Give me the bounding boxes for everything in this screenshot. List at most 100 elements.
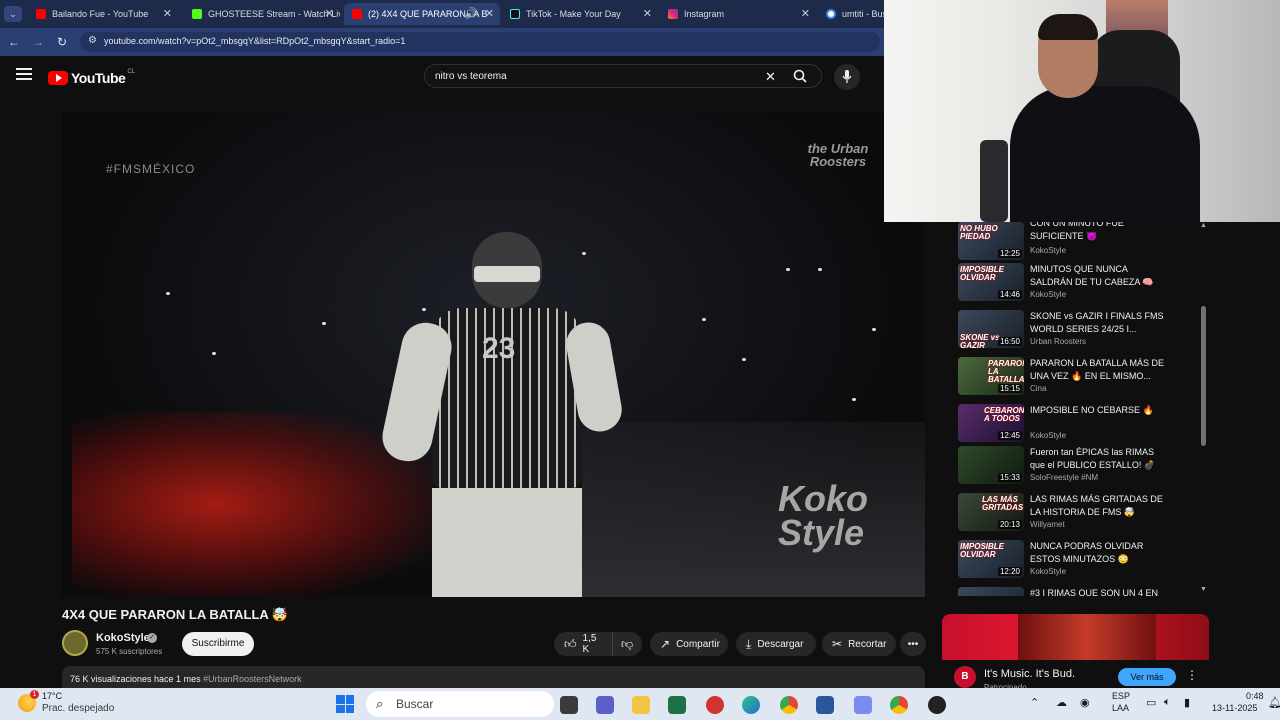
video-thumbnail: LAS MÁS GRITADAS 20:13 <box>958 493 1024 531</box>
file-explorer-icon[interactable] <box>632 696 650 714</box>
bluetooth-icon[interactable]: ◉ <box>1080 696 1090 709</box>
thumbs-down-icon: 👎︎ <box>621 636 634 651</box>
list-item[interactable]: 15:33 Fueron tan ÉPICAS las RIMAS que el… <box>958 446 1208 486</box>
list-item[interactable]: IMPOSIBLE OLVIDAR 12:20 NUNCA PODRAS OLVI… <box>958 540 1208 580</box>
search-icon[interactable] <box>793 69 807 83</box>
video-thumbnail: SKONE vs GAZIR 16:50 <box>958 310 1024 348</box>
youtube-wordmark: YouTube <box>71 70 126 86</box>
tab-close-icon[interactable]: ✕ <box>643 7 652 20</box>
more-actions-button[interactable]: ••• <box>900 632 926 656</box>
video-thumbnail: NO HUBO PIEDAD 12:25 <box>958 222 1024 260</box>
subscribe-button[interactable]: Suscribirme <box>182 632 254 656</box>
video-thumbnail <box>958 587 1024 596</box>
tab-bailando-fue[interactable]: Bailando Fue - YouTube ✕ <box>28 3 178 25</box>
stage-light <box>702 318 706 321</box>
stage-light <box>166 292 170 295</box>
tray-overflow-chevron-icon[interactable]: ⌃ <box>1030 696 1039 709</box>
address-bar[interactable]: ⚙ youtube.com/watch?v=pOt2_mbsgqY&list=R… <box>80 32 880 52</box>
playlist-scrollbar-thumb[interactable] <box>1201 306 1206 446</box>
weather-temperature[interactable]: 17°C <box>42 691 62 701</box>
chrome-active-icon[interactable] <box>890 696 908 714</box>
hamburger-menu-icon[interactable] <box>16 68 32 80</box>
tab-label: Bailando Fue - YouTube <box>52 9 149 19</box>
input-layout[interactable]: LAA <box>1112 703 1129 713</box>
tab-close-icon[interactable]: ✕ <box>485 7 494 20</box>
channel-avatar[interactable] <box>62 630 88 656</box>
stage-light <box>212 352 216 355</box>
clip-button[interactable]: ✂ Recortar <box>822 632 896 656</box>
notification-bell-icon[interactable]: 🔔︎ <box>1268 696 1280 709</box>
list-item[interactable]: NO HUBO PIEDAD 12:25 CON UN MINUTO FUE SU… <box>958 222 1208 262</box>
video-player[interactable]: 23 #FMSMÉXICO the Urban Roosters Koko St… <box>62 112 925 597</box>
ad-banner-image[interactable] <box>942 614 1209 660</box>
tab-instagram[interactable]: Instagram ✕ <box>660 3 816 25</box>
channel-name: KokoStyle <box>1030 246 1067 255</box>
tab-ghosteese-stream[interactable]: GHOSTEESE Stream - Watch Liv ✕ <box>184 3 340 25</box>
budweiser-logo[interactable]: B <box>954 666 976 688</box>
tab-google-search[interactable]: umtiti - Bus <box>818 3 884 25</box>
snipping-tool-icon[interactable] <box>854 696 872 714</box>
network-icon[interactable]: ▭ <box>1146 696 1156 709</box>
search-input[interactable]: nitro vs teorema ✕ <box>424 64 822 88</box>
tab-current-video[interactable]: (2) 4X4 QUE PARARON LA B 🔊 ✕ <box>344 3 500 25</box>
tab-close-icon[interactable]: ✕ <box>163 7 172 20</box>
weather-description[interactable]: Prac. despejado <box>42 703 114 714</box>
chrome-icon[interactable] <box>780 696 798 714</box>
clock-time[interactable]: 0:48 <box>1246 691 1264 701</box>
hashtag-link[interactable]: #UrbanRoostersNetwork <box>203 674 302 684</box>
word-icon[interactable] <box>816 696 834 714</box>
list-item[interactable]: LAS MÁS GRITADAS 20:13 LAS RIMAS MÁS GRIT… <box>958 493 1208 533</box>
ad-cta-button[interactable]: Ver más <box>1118 668 1176 686</box>
tab-close-icon[interactable]: ✕ <box>801 7 810 20</box>
tab-search-button[interactable]: ⌄ <box>4 6 22 22</box>
channel-name[interactable]: KokoStyle <box>96 632 150 644</box>
battery-icon[interactable]: ▮ <box>1184 696 1190 709</box>
volume-icon[interactable]: 🔈︎ <box>1164 696 1171 709</box>
obs-icon[interactable] <box>928 696 946 714</box>
download-button[interactable]: ⤓ Descargar <box>736 632 816 656</box>
start-windows-icon[interactable] <box>336 695 354 713</box>
streamer-hair <box>1038 14 1098 40</box>
download-label: Descargar <box>757 638 804 650</box>
youtube-logo[interactable]: YouTube CL <box>48 69 135 86</box>
scroll-up-arrow-icon[interactable]: ▲ <box>1200 222 1207 229</box>
share-button[interactable]: ↗ Compartir <box>650 632 728 656</box>
ad-menu-icon[interactable]: ⋮ <box>1186 668 1198 682</box>
clock-date[interactable]: 13-11-2025 <box>1212 703 1257 713</box>
scroll-down-arrow-icon[interactable]: ▼ <box>1200 586 1207 593</box>
pdf-reader-icon[interactable] <box>706 696 724 714</box>
urban-roosters-logo: the Urban Roosters <box>807 141 869 169</box>
voice-search-icon[interactable] <box>834 64 860 90</box>
excel-icon[interactable] <box>668 696 686 714</box>
forward-arrow-icon[interactable]: → <box>30 34 46 50</box>
back-arrow-icon[interactable]: ← <box>6 34 22 50</box>
youtube-favicon-icon <box>352 9 362 19</box>
edge-icon[interactable] <box>742 696 760 714</box>
video-title: MINUTOS QUE NUNCA SALDRÁN DE TU CABEZA 🧠 <box>1030 264 1154 287</box>
list-item[interactable]: SKONE vs GAZIR 16:50 SKONE vs GAZIR I FIN… <box>958 310 1208 350</box>
like-button[interactable]: 👍︎ 1,5 K <box>554 632 612 656</box>
youtube-favicon-icon <box>36 9 46 19</box>
task-view-icon[interactable] <box>560 696 578 714</box>
video-thumbnail: IMPOSIBLE OLVIDAR 14:46 <box>958 263 1024 301</box>
tab-audio-icon: 🔊 <box>464 8 478 20</box>
clear-search-icon[interactable]: ✕ <box>765 69 776 85</box>
channel-name: KokoStyle <box>1030 567 1067 576</box>
teams-icon[interactable] <box>596 696 614 714</box>
like-count: 1,5 K <box>582 633 597 655</box>
taskbar-search-box[interactable]: ⌕ Buscar <box>366 691 554 717</box>
tab-tiktok[interactable]: TikTok - Make Your Day ✕ <box>502 3 658 25</box>
list-item[interactable]: CEBARON A TODOS 12:45 IMPOSIBLE NO CEBARS… <box>958 404 1208 444</box>
ad-banner-artwork <box>1018 614 1156 660</box>
dislike-button[interactable]: 👎︎ <box>612 632 642 656</box>
reload-icon[interactable]: ↻ <box>54 34 70 50</box>
channel-name: KokoStyle <box>1030 431 1067 440</box>
input-language[interactable]: ESP <box>1112 691 1130 701</box>
cloud-icon[interactable]: ☁ <box>1056 696 1067 709</box>
list-item[interactable]: #3 I RIMAS QUE SON UN 4 EN <box>958 587 1208 596</box>
site-info-icon[interactable]: ⚙ <box>88 35 97 46</box>
list-item[interactable]: PARARON LA BATALLA 15:15 PARARON LA BATAL… <box>958 357 1208 397</box>
duration-badge: 16:50 <box>997 337 1022 346</box>
list-item[interactable]: IMPOSIBLE OLVIDAR 14:46 MINUTOS QUE NUNCA… <box>958 263 1208 303</box>
tab-close-icon[interactable]: ✕ <box>325 7 334 20</box>
